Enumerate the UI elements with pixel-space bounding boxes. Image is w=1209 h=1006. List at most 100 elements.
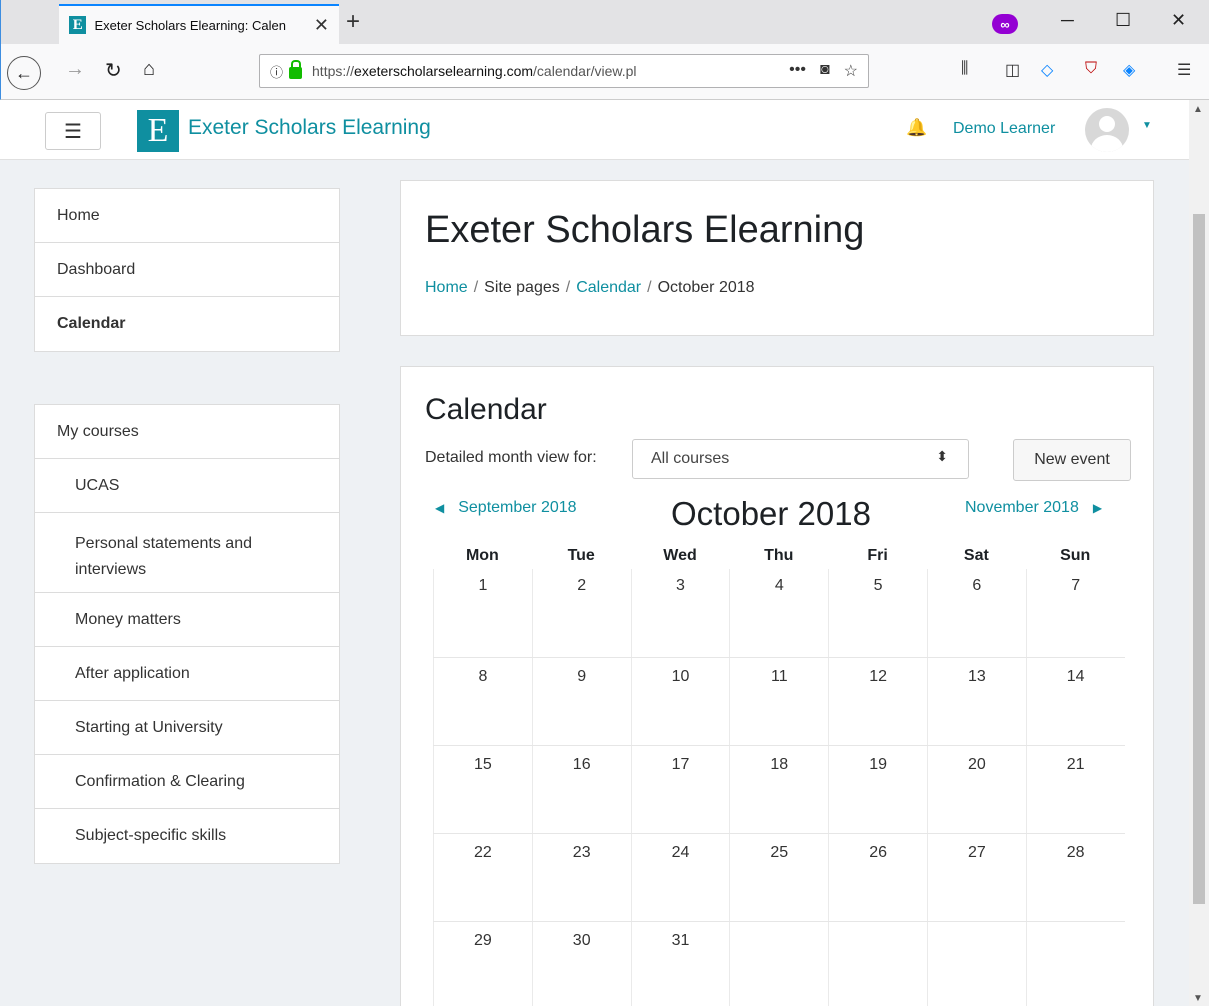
sidebar-item-course[interactable]: Confirmation & Clearing [35, 755, 339, 809]
calendar-day-cell[interactable]: 5 [828, 569, 927, 657]
sidebar-item-course[interactable]: UCAS [35, 459, 339, 513]
url-text: https://exeterscholarselearning.com/cale… [312, 63, 637, 79]
course-filter-select[interactable]: All courses ⬍ [632, 439, 969, 479]
browser-tab[interactable]: E Exeter Scholars Elearning: Calen ✕ [59, 4, 339, 44]
calendar-day-cell[interactable]: 20 [926, 746, 1026, 833]
calendar-week-row: 22 23 24 25 26 27 28 [433, 833, 1125, 921]
calendar-heading: Calendar [425, 393, 547, 426]
window-close-button[interactable]: ✕ [1171, 10, 1186, 31]
sidebar-item-my-courses[interactable]: My courses [35, 405, 339, 459]
calendar-day-cell[interactable]: 11 [729, 658, 828, 745]
sidebar-item-dashboard[interactable]: Dashboard [35, 243, 339, 297]
site-navbar: ☰ E Exeter Scholars Elearning 🔔 Demo Lea… [0, 100, 1189, 160]
calendar-week-row: 1234567 [433, 569, 1125, 657]
scroll-down-icon[interactable]: ▼ [1193, 993, 1203, 1004]
sidebar-item-calendar[interactable]: Calendar [35, 297, 339, 351]
pocket-icon[interactable]: ◙ [820, 61, 830, 81]
forward-arrow-icon[interactable]: → [65, 58, 85, 81]
tab-close-icon[interactable]: ✕ [314, 15, 329, 36]
calendar-day-cell [729, 922, 828, 1006]
calendar-weeks: 1 2 3 4 5 6 7 8 9 10 11 12 13 14 15 16 17 18 19 20 21 22 23 24 2… [433, 569, 1125, 1006]
calendar-day-cell[interactable]: 28 [1025, 834, 1125, 921]
back-arrow-icon[interactable]: ← [7, 56, 41, 90]
breadcrumb-calendar[interactable]: Calendar [576, 279, 641, 296]
bookmark-star-icon[interactable]: ☆ [844, 61, 858, 81]
page-actions-icon[interactable]: ••• [789, 61, 806, 81]
calendar-day-cell[interactable]: 26 [828, 834, 927, 921]
prev-month-link[interactable]: ◀ September 2018 [435, 499, 577, 517]
breadcrumb-home[interactable]: Home [425, 279, 468, 296]
calendar-day-cell[interactable]: 3 [630, 569, 730, 657]
private-browsing-icon: ∞ [992, 14, 1018, 34]
course-filter-value: All courses [651, 450, 730, 467]
calendar-day-cell[interactable]: 2 [531, 569, 631, 657]
menu-icon[interactable]: ☰ [1177, 60, 1191, 80]
next-month-link[interactable]: November 2018 ▶ [965, 499, 1102, 517]
calendar-day-cell[interactable]: 17 [630, 746, 730, 833]
calendar-day-cell[interactable]: 23 [531, 834, 631, 921]
maximize-button[interactable]: ☐ [1115, 10, 1131, 31]
calendar-day-cell[interactable]: 9 [531, 658, 631, 745]
sidebar-item-course[interactable]: Personal statements and interviews [35, 513, 339, 593]
ublock-icon[interactable]: ⛉ [1085, 60, 1097, 78]
info-icon[interactable]: ⓘ [270, 62, 283, 81]
sidebar-item-course[interactable]: Subject-specific skills [35, 809, 339, 863]
sidebar-item-course[interactable]: Starting at University [35, 701, 339, 755]
calendar-day-cell[interactable]: 8 [433, 658, 532, 745]
privacy-badge-icon[interactable]: ◈ [1123, 60, 1135, 80]
calendar-day-cell[interactable]: 30 [531, 922, 631, 1006]
calendar-day-cell[interactable]: 25 [729, 834, 828, 921]
notifications-bell-icon[interactable]: 🔔 [906, 118, 927, 138]
avatar[interactable] [1085, 108, 1129, 152]
calendar-day-cell [1025, 922, 1125, 1006]
calendar-day-cell[interactable]: 29 [433, 922, 532, 1006]
drawer-toggle-button[interactable]: ☰ [45, 112, 101, 150]
weekday-header: Sun [1060, 547, 1091, 564]
site-favicon-icon: E [69, 16, 87, 34]
calendar-week-row: 29 30 31 [433, 921, 1125, 1006]
site-logo[interactable]: E [137, 110, 179, 152]
calendar-day-cell[interactable]: 24 [630, 834, 730, 921]
sidebar-item-course[interactable]: After application [35, 647, 339, 701]
calendar-grid: Mon Tue Wed Thu Fri Sat Sun 1 2 3 4 5 6 7 8 9 10 1… [433, 541, 1125, 1006]
calendar-day-cell[interactable]: 1 [433, 569, 532, 657]
sidebar-item-course[interactable]: Money matters [35, 593, 339, 647]
calendar-day-cell[interactable]: 14 [1025, 658, 1125, 745]
calendar-day-cell[interactable]: 16 [531, 746, 631, 833]
calendar-day-cell[interactable]: 27 [926, 834, 1026, 921]
new-tab-icon[interactable]: + [346, 8, 360, 36]
home-icon[interactable]: ⌂ [143, 58, 155, 81]
extension-icon[interactable]: ◇ [1041, 60, 1053, 80]
calendar-day-cell[interactable]: 7 [1025, 569, 1125, 657]
calendar-day-cell[interactable]: 22 [433, 834, 532, 921]
calendar-day-cell[interactable]: 31 [630, 922, 730, 1006]
user-menu-name[interactable]: Demo Learner [953, 120, 1055, 138]
calendar-day-cell[interactable]: 12 [828, 658, 927, 745]
sidebar-toggle-icon[interactable]: ◫ [1005, 60, 1020, 80]
minimize-button[interactable]: ─ [1061, 10, 1074, 31]
triangle-right-icon: ▶ [1092, 501, 1103, 515]
calendar-day-cell[interactable]: 13 [926, 658, 1026, 745]
site-name-link[interactable]: Exeter Scholars Elearning [188, 116, 431, 140]
weekday-header: Tue [567, 547, 595, 564]
chevron-down-icon[interactable]: ▼ [1142, 120, 1152, 131]
calendar-day-cell[interactable]: 6 [926, 569, 1026, 657]
scroll-up-icon[interactable]: ▲ [1193, 104, 1203, 115]
new-event-button[interactable]: New event [1013, 439, 1131, 481]
sidebar-item-home[interactable]: Home [35, 189, 339, 243]
page-header-card: Exeter Scholars Elearning Home / Site page… [400, 180, 1154, 336]
current-month-title: October 2018 [671, 495, 871, 532]
calendar-day-cell[interactable]: 15 [433, 746, 532, 833]
calendar-day-cell[interactable]: 21 [1025, 746, 1125, 833]
calendar-day-cell[interactable]: 10 [630, 658, 730, 745]
weekday-header: Mon [465, 547, 499, 564]
library-icon[interactable]: ⫼ [961, 60, 968, 78]
address-bar[interactable]: ⓘ https://exeterscholarselearning.com/ca… [259, 54, 869, 88]
page-scrollbar[interactable]: ▲ ▼ [1189, 100, 1209, 1006]
scrollbar-thumb[interactable] [1193, 214, 1205, 904]
course-filter-label: Detailed month view for: [425, 449, 597, 466]
calendar-day-cell[interactable]: 19 [828, 746, 927, 833]
reload-icon[interactable]: ↻ [105, 58, 122, 83]
calendar-day-cell[interactable]: 4 [729, 569, 828, 657]
calendar-day-cell[interactable]: 18 [729, 746, 828, 833]
